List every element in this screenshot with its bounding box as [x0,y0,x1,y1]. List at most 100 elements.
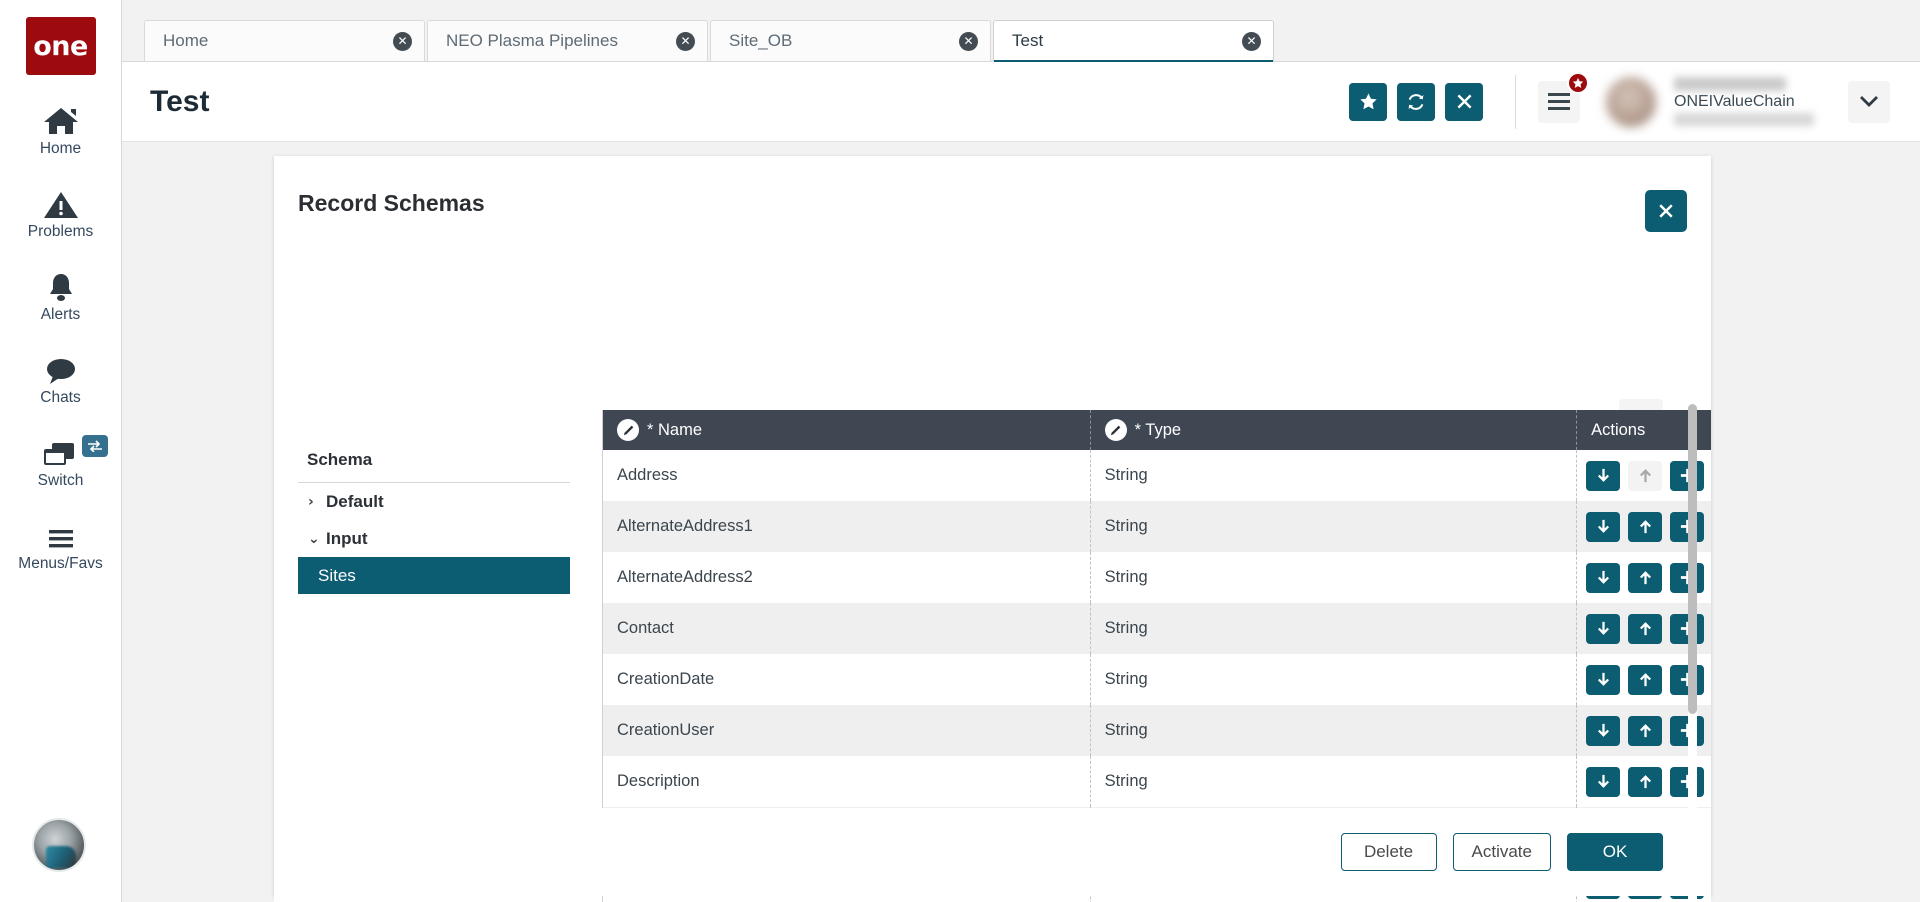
cell-field-type[interactable]: String [1090,501,1577,552]
move-down-icon[interactable] [1586,716,1620,746]
table-row[interactable]: AddressString [603,450,1711,501]
move-up-icon[interactable] [1628,512,1662,542]
field-type-text: String [1105,721,1148,740]
sidebar-item-alerts[interactable]: Alerts [0,263,122,324]
close-icon[interactable]: ✕ [676,32,695,51]
user-text: ONEIValueChain [1674,77,1814,126]
cell-field-type[interactable]: String [1090,450,1577,501]
cell-field-type[interactable]: String [1090,603,1577,654]
refresh-icon [1406,92,1426,112]
sidebar-item-menus-favs[interactable]: Menus/Favs [0,512,122,573]
field-type-text: String [1105,517,1148,536]
tab-label: Site_OB [729,31,959,51]
vertical-scrollbar-thumb[interactable] [1688,404,1697,714]
close-page-button[interactable] [1445,83,1483,121]
cell-field-name[interactable]: AlternateAddress2 [603,552,1090,603]
tree-node-label: Input [326,529,368,549]
move-up-icon[interactable] [1628,716,1662,746]
table-row[interactable]: AlternateAddress1 String [603,501,1711,552]
close-icon[interactable]: ✕ [1242,32,1261,51]
move-down-icon[interactable] [1586,563,1620,593]
dialog-close-button[interactable] [1645,190,1687,232]
chat-bubble-icon [41,346,81,386]
cell-field-type[interactable]: String [1090,552,1577,603]
column-header-label: * Name [647,421,702,440]
field-type-text: String [1105,670,1148,689]
cell-field-type[interactable]: String [1090,705,1577,756]
table-row[interactable]: CreationUser String [603,705,1711,756]
tab-label: Test [1012,31,1242,51]
brand-logo[interactable]: one [26,17,96,75]
tab-test[interactable]: Test ✕ [993,20,1274,61]
column-header-name[interactable]: * Name [603,410,1090,450]
dialog-title: Record Schemas [298,190,485,217]
favorite-button[interactable] [1349,83,1387,121]
cell-field-name[interactable]: Description [603,756,1090,807]
activate-button[interactable]: Activate [1453,833,1551,871]
table-row[interactable]: CreationDate String [603,654,1711,705]
move-down-icon[interactable] [1586,767,1620,797]
cell-field-name[interactable]: Contact [603,603,1090,654]
tab-site-ob[interactable]: Site_OB ✕ [710,20,991,61]
user-subtitle [1674,113,1814,126]
move-up-icon[interactable] [1628,563,1662,593]
column-header-label: Actions [1591,421,1645,440]
tab-neo-plasma-pipelines[interactable]: NEO Plasma Pipelines ✕ [427,20,708,61]
cell-field-name[interactable]: CreationUser [603,705,1090,756]
chevron-down-icon[interactable] [1848,81,1890,123]
main-region: Home ✕ NEO Plasma Pipelines ✕ Site_OB ✕ … [122,0,1920,902]
delete-button[interactable]: Delete [1341,833,1437,871]
windows-stack-icon [39,429,83,469]
move-down-icon[interactable] [1586,461,1620,491]
move-up-icon[interactable] [1628,665,1662,695]
user-organization: ONEIValueChain [1674,93,1814,111]
field-name-text: CreationUser [617,721,714,740]
move-up-icon[interactable] [1628,614,1662,644]
move-down-icon[interactable] [1586,614,1620,644]
user-name [1674,77,1786,91]
cell-field-type[interactable]: String [1090,756,1577,807]
field-name-text: Contact [617,619,674,638]
field-name-text: AlternateAddress1 [617,517,753,536]
field-name-text: Description [617,772,700,791]
x-icon [1456,93,1473,110]
cell-field-type[interactable]: String [1090,654,1577,705]
tree-node-default[interactable]: › Default [298,483,570,520]
warning-triangle-icon [41,180,81,220]
page-header: Test [122,62,1920,142]
close-icon[interactable]: ✕ [959,32,978,51]
chevron-down-icon[interactable]: ⌄ [308,531,326,547]
tree-leaf-sites[interactable]: Sites [298,557,570,594]
tab-home[interactable]: Home ✕ [144,20,425,61]
chevron-right-icon[interactable]: › [308,494,326,510]
table-row[interactable]: Contact String [603,603,1711,654]
dialog-footer: Delete Activate OK [274,808,1711,896]
move-down-icon[interactable] [1586,665,1620,695]
sidebar-item-home[interactable]: Home [0,97,122,158]
user-block[interactable]: ONEIValueChain [1606,77,1890,127]
tree-node-input[interactable]: ⌄ Input [298,520,570,557]
cell-field-name[interactable]: AlternateAddress1 [603,501,1090,552]
move-down-icon[interactable] [1586,512,1620,542]
column-header-type[interactable]: * Type [1090,410,1577,450]
sidebar-item-switch[interactable]: Switch [0,429,122,490]
avatar[interactable] [1606,77,1656,127]
ok-button[interactable]: OK [1567,833,1663,871]
table-row[interactable]: AlternateAddress2String [603,552,1711,603]
rail-avatar[interactable] [32,818,86,872]
home-icon [41,97,81,137]
close-icon[interactable]: ✕ [393,32,412,51]
record-schemas-dialog: Record Schemas + Schema › Default ⌄ Inpu… [274,156,1711,896]
hamburger-bar [1548,107,1570,110]
favorite-badge-star-icon [1567,72,1589,94]
tab-strip: Home ✕ NEO Plasma Pipelines ✕ Site_OB ✕ … [122,0,1920,62]
cell-field-name[interactable]: Address [603,450,1090,501]
sidebar-item-chats[interactable]: Chats [0,346,122,407]
swap-arrows-icon[interactable] [82,435,108,457]
refresh-button[interactable] [1397,83,1435,121]
move-up-icon[interactable] [1628,767,1662,797]
table-row[interactable]: Description String [603,756,1711,807]
sidebar-item-label: Home [40,140,81,158]
sidebar-item-problems[interactable]: Problems [0,180,122,241]
cell-field-name[interactable]: CreationDate [603,654,1090,705]
